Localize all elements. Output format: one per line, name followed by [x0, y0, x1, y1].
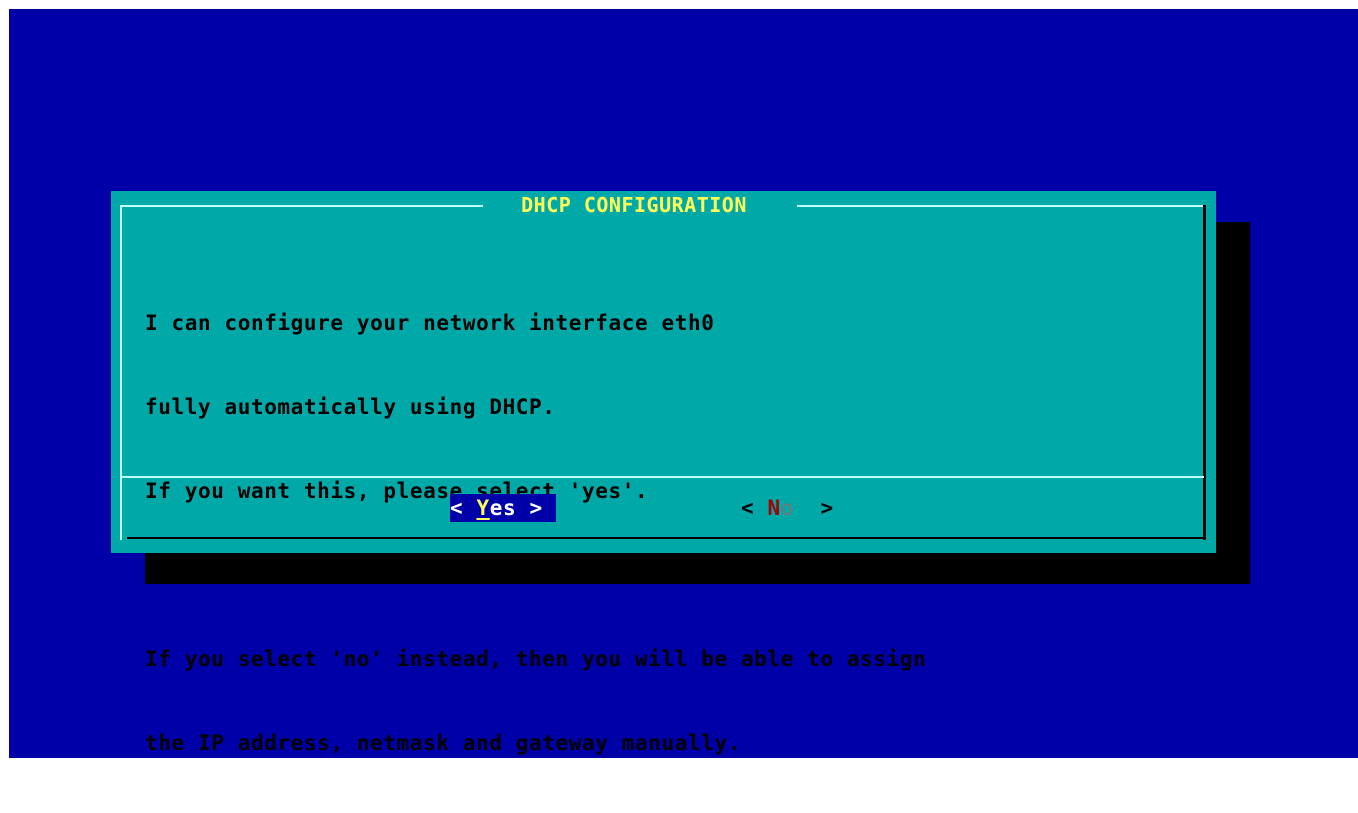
- yes-hotkey: Y: [476, 496, 490, 520]
- no-button[interactable]: < No >: [741, 494, 861, 522]
- no-close-bracket: >: [794, 496, 834, 520]
- dialog-frame-left: [120, 205, 122, 540]
- frame-top-right: [797, 205, 1204, 207]
- message-line: I can configure your network interface e…: [145, 311, 715, 335]
- yes-button[interactable]: < Yes >: [450, 494, 556, 522]
- dialog-frame-right: [1203, 205, 1206, 540]
- dialog-message: I can configure your network interface e…: [145, 253, 1185, 813]
- no-open-bracket: <: [741, 496, 768, 520]
- frame-top-left: [120, 205, 483, 207]
- message-line: the IP address, netmask and gateway manu…: [145, 731, 741, 755]
- message-line: [145, 561, 1185, 589]
- no-hotkey: N: [767, 496, 781, 520]
- dhcp-dialog: DHCP CONFIGURATION I can configure your …: [111, 191, 1216, 755]
- message-line: If you select 'no' instead, then you wil…: [145, 647, 927, 671]
- message-line: fully automatically using DHCP.: [145, 395, 556, 419]
- yes-close-bracket: >: [516, 496, 543, 520]
- yes-label-rest: es: [489, 496, 517, 520]
- message-line: If you want this, please select 'yes'.: [145, 479, 649, 503]
- no-label-rest: o: [780, 496, 794, 520]
- yes-open-bracket: <: [450, 496, 477, 520]
- dialog-title: DHCP CONFIGURATION: [521, 193, 747, 217]
